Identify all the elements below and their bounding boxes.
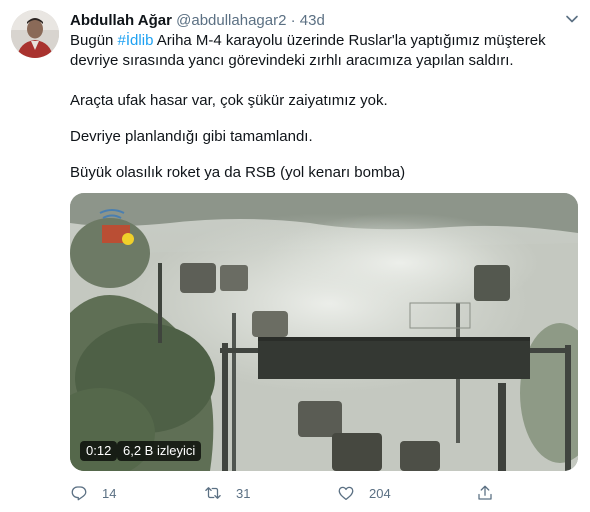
separator-dot: ·	[290, 12, 296, 29]
tweet-text-line-1: Bugün #İdlib Ariha M-4 karayolu üzerinde…	[70, 31, 578, 51]
text-segment: Ariha M-4 karayolu üzerinde Ruslar'la ya…	[153, 32, 546, 49]
text-segment: Bugün	[70, 32, 118, 49]
video-views-badge: 6,2 B izleyici	[117, 441, 202, 461]
tweet[interactable]: Abdullah Ağar @abdullahagar2 · 43d Bugün…	[0, 0, 590, 512]
tweet-paragraph-4: Büyük olasılık roket ya da RSB (yol kena…	[70, 164, 406, 181]
reply-button[interactable]: 14	[70, 482, 116, 504]
timestamp[interactable]: 43d	[300, 12, 325, 29]
tweet-actions: 14 31 204	[70, 482, 578, 504]
video-duration-badge: 0:12	[80, 441, 118, 461]
author-handle[interactable]: @abdullahagar2	[176, 12, 286, 29]
chevron-down-icon[interactable]	[565, 12, 579, 26]
heart-icon	[338, 486, 354, 501]
tweet-paragraph-3: Devriye planlandığı gibi tamamlandı.	[70, 128, 313, 145]
retweet-button[interactable]: 31	[204, 482, 250, 504]
tweet-text-line-2: devriye sırasında yancı görevindeki zırh…	[70, 52, 514, 69]
author-name[interactable]: Abdullah Ağar	[70, 12, 172, 29]
avatar[interactable]	[11, 10, 59, 58]
retweet-count: 31	[236, 485, 251, 501]
tweet-header: Abdullah Ağar @abdullahagar2 · 43d	[70, 11, 325, 31]
retweet-icon	[205, 487, 221, 499]
tweet-text: Bugün #İdlib Ariha M-4 karayolu üzerinde…	[70, 31, 578, 71]
share-icon	[478, 485, 492, 500]
video-frame	[70, 193, 578, 471]
like-count: 204	[369, 485, 391, 501]
video-player[interactable]: 0:12 6,2 B izleyici	[70, 193, 578, 471]
like-button[interactable]: 204	[337, 482, 391, 504]
avatar-image	[11, 10, 59, 58]
hashtag-link[interactable]: #İdlib	[118, 32, 154, 49]
tweet-paragraph-2: Araçta ufak hasar var, çok şükür zaiyatı…	[70, 92, 388, 109]
reply-icon	[71, 486, 87, 501]
reply-count: 14	[102, 485, 117, 501]
share-button[interactable]	[476, 482, 494, 504]
